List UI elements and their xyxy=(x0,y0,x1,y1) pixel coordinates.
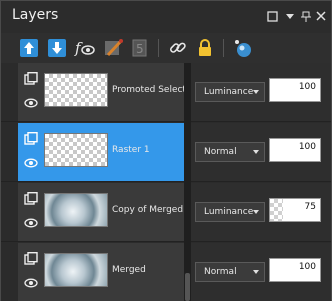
chevron-down-icon xyxy=(253,270,259,274)
layer-properties: Normal 100 xyxy=(191,123,331,182)
row-divider xyxy=(1,121,331,122)
opacity-slider[interactable]: 100 xyxy=(269,78,321,102)
layer-row-promoted-selection[interactable]: Promoted Selection Luminance 100 xyxy=(1,63,331,122)
layer-item[interactable]: Promoted Selection xyxy=(18,63,200,122)
opacity-slider[interactable]: 75 xyxy=(269,198,321,222)
blend-mode-value: Normal xyxy=(204,147,237,157)
blend-mode-select[interactable]: Normal xyxy=(195,142,265,162)
layer-thumbnail xyxy=(44,253,108,287)
edit-mask-icon[interactable] xyxy=(102,37,124,59)
layer-properties: Normal 100 xyxy=(191,243,331,301)
layer-item[interactable]: Raster 1 xyxy=(18,123,184,182)
blend-mode-value: Luminance xyxy=(204,87,254,97)
layers-scrollbar[interactable] xyxy=(184,63,191,301)
link-icon[interactable] xyxy=(167,37,189,59)
layer-name[interactable]: Copy of Merged xyxy=(112,205,183,215)
pin-icon[interactable] xyxy=(299,11,313,25)
opacity-value: 100 xyxy=(298,82,316,92)
layer-properties: Luminance 75 xyxy=(191,183,331,242)
eye-icon[interactable] xyxy=(24,275,38,289)
panel-titlebar[interactable]: Layers xyxy=(1,1,331,33)
eye-icon[interactable] xyxy=(24,155,38,169)
layer-type-icon xyxy=(24,131,38,145)
layer-name[interactable]: Raster 1 xyxy=(112,145,150,155)
chevron-down-icon xyxy=(253,210,259,214)
toolbar-separator xyxy=(158,39,159,57)
eye-icon[interactable] xyxy=(24,95,38,109)
layer-row-copy-of-merged[interactable]: Copy of Merged Luminance 75 xyxy=(1,183,331,242)
svg-text:5: 5 xyxy=(136,42,144,56)
blend-mode-select[interactable]: Normal xyxy=(195,262,265,282)
opacity-value: 100 xyxy=(298,262,316,272)
layer-row-raster-1[interactable]: Raster 1 Normal 100 xyxy=(1,123,331,182)
eye-icon[interactable] xyxy=(24,215,38,229)
layer-properties: Luminance 100 xyxy=(191,63,331,122)
new-vector-layer-icon[interactable] xyxy=(46,37,68,59)
layers-panel: Layers f 5 Promoted Selection Luminance … xyxy=(0,0,332,301)
group-icon[interactable]: 5 xyxy=(129,37,151,59)
blend-mode-value: Luminance xyxy=(204,207,254,217)
panel-title: Layers xyxy=(12,7,59,23)
row-divider xyxy=(1,181,331,182)
layer-type-icon xyxy=(24,71,38,85)
blend-mode-value: Normal xyxy=(204,267,237,277)
adjustment-icon[interactable] xyxy=(232,37,254,59)
opacity-slider[interactable]: 100 xyxy=(269,138,321,162)
layer-name[interactable]: Merged xyxy=(112,265,146,275)
layer-item[interactable]: Merged xyxy=(18,243,184,301)
lock-icon[interactable] xyxy=(194,37,216,59)
layer-type-icon xyxy=(24,251,38,265)
layer-thumbnail xyxy=(44,73,108,107)
opacity-slider[interactable]: 100 xyxy=(269,258,321,282)
row-divider xyxy=(1,241,331,242)
chevron-down-icon xyxy=(253,150,259,154)
visibility-toggle-icon[interactable]: f xyxy=(73,37,95,59)
layer-row-merged[interactable]: Merged Normal 100 xyxy=(1,243,331,301)
menu-icon[interactable] xyxy=(283,11,297,25)
opacity-value: 75 xyxy=(304,202,316,212)
opacity-value: 100 xyxy=(298,142,316,152)
layer-type-icon xyxy=(24,191,38,205)
layer-thumbnail xyxy=(44,193,108,227)
svg-text:f: f xyxy=(74,39,83,57)
restore-icon[interactable] xyxy=(265,11,279,25)
blend-mode-select[interactable]: Luminance xyxy=(195,82,265,102)
new-raster-layer-icon[interactable] xyxy=(18,37,40,59)
layer-item[interactable]: Copy of Merged xyxy=(18,183,184,242)
chevron-down-icon xyxy=(253,90,259,94)
scrollbar-thumb[interactable] xyxy=(185,273,190,301)
blend-mode-select[interactable]: Luminance xyxy=(195,202,265,222)
toolbar-separator xyxy=(223,39,224,57)
layers-list: Promoted Selection Luminance 100 Raster … xyxy=(1,63,331,301)
close-icon[interactable] xyxy=(314,11,328,25)
layers-toolbar: f 5 xyxy=(1,33,331,63)
layer-thumbnail xyxy=(44,133,108,167)
